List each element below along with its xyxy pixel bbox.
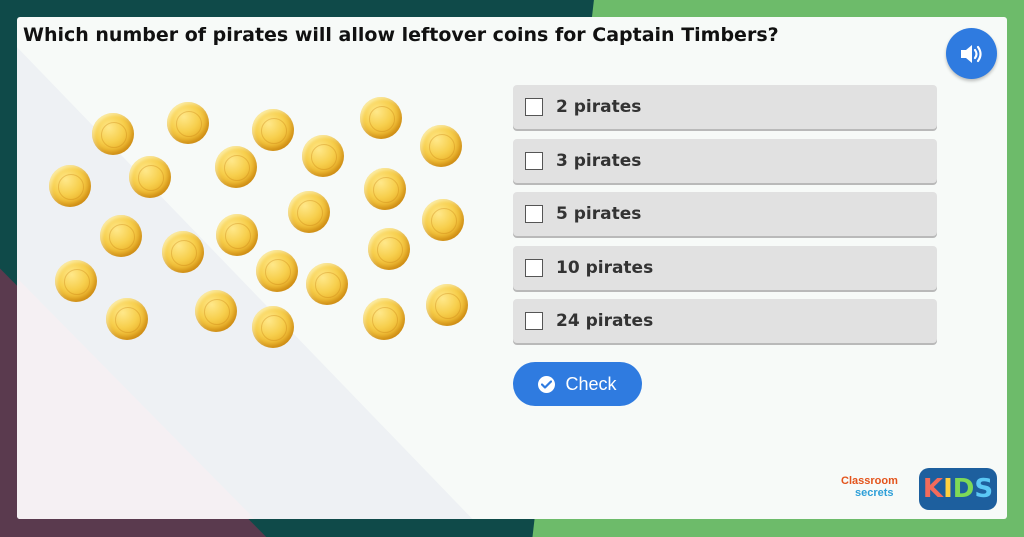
kids-letter: K — [922, 474, 944, 504]
gold-coin-icon — [422, 199, 464, 241]
gold-coin-icon — [420, 125, 462, 167]
option-5-pirates[interactable]: 5 pirates — [513, 192, 937, 236]
checkbox[interactable] — [525, 98, 543, 116]
kids-logo: K I D S — [919, 468, 997, 510]
answer-options: 2 pirates 3 pirates 5 pirates 10 pirates… — [513, 85, 937, 353]
gold-coin-icon — [256, 250, 298, 292]
gold-coin-icon — [215, 146, 257, 188]
kids-letter: D — [952, 474, 975, 504]
gold-coin-icon — [100, 215, 142, 257]
gold-coin-icon — [55, 260, 97, 302]
gold-coin-icon — [106, 298, 148, 340]
option-label: 10 pirates — [556, 257, 654, 278]
gold-coin-icon — [167, 102, 209, 144]
option-label: 5 pirates — [556, 204, 642, 224]
option-3-pirates[interactable]: 3 pirates — [513, 138, 937, 183]
gold-coin-icon — [368, 228, 410, 270]
speaker-icon — [960, 44, 982, 63]
gold-coin-icon — [49, 165, 91, 207]
gold-coin-icon — [302, 135, 344, 177]
gold-coin-icon — [363, 298, 405, 340]
checkbox[interactable] — [525, 151, 543, 170]
checkbox[interactable] — [525, 312, 543, 330]
check-button[interactable]: Check — [513, 362, 642, 406]
gold-coin-icon — [92, 113, 134, 155]
gold-coin-icon — [364, 168, 406, 210]
option-24-pirates[interactable]: 24 pirates — [513, 299, 937, 343]
checkbox[interactable] — [525, 205, 543, 223]
option-label: 24 pirates — [556, 311, 654, 331]
kids-letter: S — [974, 474, 994, 504]
question-card: Which number of pirates will allow lefto… — [17, 17, 1007, 519]
option-10-pirates[interactable]: 10 pirates — [513, 245, 937, 290]
audio-button[interactable] — [946, 28, 997, 79]
logo-text-top: Classroom — [841, 475, 898, 487]
option-2-pirates[interactable]: 2 pirates — [513, 85, 937, 129]
checkbox[interactable] — [525, 258, 543, 277]
logo-text-bottom: secrets — [855, 487, 894, 499]
gold-coin-icon — [252, 306, 294, 348]
gold-coin-icon — [360, 97, 402, 139]
option-label: 2 pirates — [556, 97, 642, 117]
gold-coin-icon — [306, 263, 348, 305]
gold-coin-icon — [426, 284, 468, 326]
gold-coin-icon — [288, 191, 330, 233]
classroom-secrets-logo: Classroom secrets — [841, 475, 915, 505]
gold-coin-icon — [162, 231, 204, 273]
kids-letter: I — [943, 474, 953, 504]
check-button-label: Check — [565, 373, 617, 394]
gold-coin-icon — [195, 290, 237, 332]
coin-group — [17, 17, 487, 367]
check-circle-icon — [538, 375, 556, 393]
gold-coin-icon — [129, 156, 171, 198]
gold-coin-icon — [216, 214, 258, 256]
option-label: 3 pirates — [556, 150, 642, 171]
gold-coin-icon — [252, 109, 294, 151]
